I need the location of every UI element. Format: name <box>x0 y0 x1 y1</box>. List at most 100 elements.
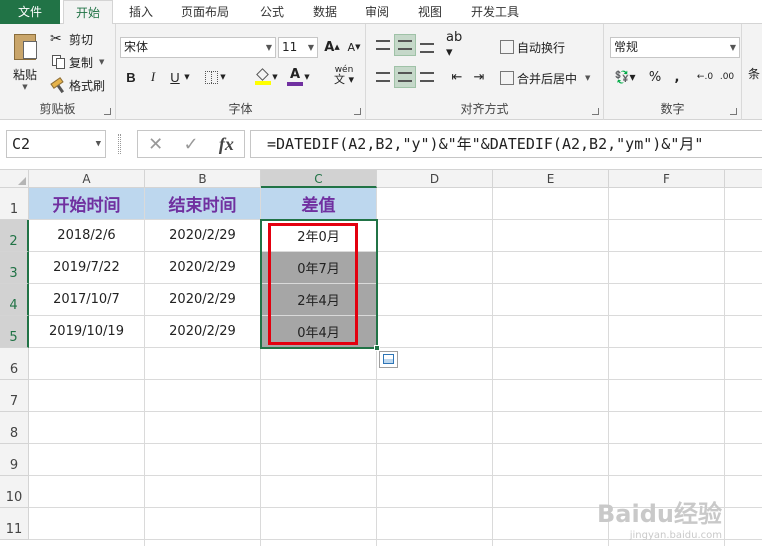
formula-buttons: ✕ ✓ fx <box>137 130 245 158</box>
column-header-b[interactable]: B <box>145 170 261 188</box>
tab-data[interactable]: 数据 <box>303 0 347 24</box>
row-header-10[interactable]: 10 <box>0 476 29 508</box>
wrap-text-button[interactable]: 自动换行 <box>500 36 565 58</box>
row-header-11[interactable]: 11 <box>0 508 29 540</box>
column-header-d[interactable]: D <box>377 170 493 188</box>
name-box-value: C2 <box>12 135 31 153</box>
cell-c2[interactable]: 2年0月 <box>261 220 377 252</box>
font-size-select[interactable]: 11 ▼ <box>278 37 318 58</box>
tab-insert[interactable]: 插入 <box>118 0 164 24</box>
row-header-3[interactable]: 3 <box>0 252 29 284</box>
format-painter-button[interactable]: 格式刷 <box>50 74 105 96</box>
currency-button[interactable]: 💱▾ <box>610 66 640 88</box>
phonetic-button[interactable]: wén 文 ▾ <box>328 64 360 86</box>
dialog-launcher-icon[interactable] <box>592 108 599 115</box>
paste-button[interactable]: 粘贴 ▼ <box>8 32 42 92</box>
comma-button[interactable]: , <box>666 66 688 88</box>
formula-input[interactable]: =DATEDIF(A2,B2,"y")&"年"&DATEDIF(A2,B2,"y… <box>250 130 762 158</box>
column-header-a[interactable]: A <box>29 170 145 188</box>
cell-c4[interactable]: 2年4月 <box>261 284 377 316</box>
row-header-2[interactable]: 2 <box>0 220 29 252</box>
select-all-corner[interactable] <box>0 170 29 188</box>
copy-button[interactable]: 复制 ▼ <box>50 51 104 73</box>
row-header-6[interactable]: 6 <box>0 348 29 380</box>
number-format-select[interactable]: 常规 ▼ <box>610 37 740 58</box>
tab-file[interactable]: 文件 <box>0 0 60 24</box>
row-header-9[interactable]: 9 <box>0 444 29 476</box>
tab-developer[interactable]: 开发工具 <box>462 0 528 24</box>
dialog-launcher-icon[interactable] <box>730 108 737 115</box>
row-header-7[interactable]: 7 <box>0 380 29 412</box>
dialog-launcher-icon[interactable] <box>354 108 361 115</box>
cell-b1[interactable]: 结束时间 <box>145 188 261 220</box>
grow-font-button[interactable]: A ▲ <box>321 36 343 58</box>
column-header-g[interactable] <box>725 170 762 188</box>
cell-c5[interactable]: 0年4月 <box>261 316 377 348</box>
decrease-indent-icon[interactable]: ⇤ <box>446 66 468 88</box>
bold-button[interactable]: B <box>120 66 142 88</box>
cell-b2[interactable]: 2020/2/29 <box>145 220 261 252</box>
font-color-icon: A <box>287 68 303 86</box>
chevron-down-icon[interactable]: ▼ <box>270 66 280 88</box>
row-header-8[interactable]: 8 <box>0 412 29 444</box>
merge-center-button[interactable]: 合并后居中 ▼ <box>500 67 590 89</box>
italic-button[interactable]: I <box>142 66 164 88</box>
align-center-icon[interactable] <box>394 66 416 88</box>
dialog-launcher-icon[interactable] <box>104 108 111 115</box>
column-header-c[interactable]: C <box>261 170 377 188</box>
paintbrush-icon <box>50 77 66 94</box>
conditional-format-button[interactable]: 条 <box>748 62 760 84</box>
name-box[interactable]: C2 ▼ <box>6 130 106 158</box>
copy-label: 复制 <box>69 55 94 70</box>
cell-c1[interactable]: 差值 <box>261 188 377 220</box>
chevron-down-icon[interactable]: ▼ <box>302 66 312 88</box>
orientation-icon[interactable]: ab ▾ <box>446 30 468 60</box>
cell-a2[interactable]: 2018/2/6 <box>29 220 145 252</box>
align-right-icon[interactable] <box>416 66 438 88</box>
alignment-group-label: 对齐方式 <box>460 102 509 116</box>
align-bottom-icon[interactable] <box>416 34 438 56</box>
cell-a5[interactable]: 2019/10/19 <box>29 316 145 348</box>
cut-button[interactable]: ✂ 剪切 <box>50 28 93 50</box>
enter-icon[interactable]: ✓ <box>183 134 198 155</box>
align-top-icon[interactable] <box>372 34 394 56</box>
font-group-label: 字体 <box>228 102 253 116</box>
insert-function-icon[interactable]: fx <box>219 134 234 155</box>
phonetic-glyph: 文 ▾ <box>333 73 355 86</box>
increase-indent-icon[interactable]: ⇥ <box>468 66 490 88</box>
decrease-decimal-icon[interactable]: .00 <box>716 66 738 88</box>
cell-b5[interactable]: 2020/2/29 <box>145 316 261 348</box>
tab-page-layout[interactable]: 页面布局 <box>172 0 238 24</box>
row-header-5[interactable]: 5 <box>0 316 29 348</box>
right-grid-area[interactable] <box>377 188 762 348</box>
cell-b3[interactable]: 2020/2/29 <box>145 252 261 284</box>
column-header-f[interactable]: F <box>609 170 725 188</box>
cell-c3[interactable]: 0年7月 <box>261 252 377 284</box>
tab-review[interactable]: 审阅 <box>355 0 399 24</box>
align-left-icon[interactable] <box>372 66 394 88</box>
chevron-down-icon[interactable]: ▼ <box>182 66 192 88</box>
increase-decimal-icon[interactable]: ←.0 <box>694 66 716 88</box>
font-name-select[interactable]: 宋体 ▼ <box>120 37 276 58</box>
cell-a4[interactable]: 2017/10/7 <box>29 284 145 316</box>
cell-b4[interactable]: 2020/2/29 <box>145 284 261 316</box>
chevron-down-icon: ▼ <box>99 58 105 66</box>
tab-home[interactable]: 开始 <box>63 0 113 25</box>
cell-a3[interactable]: 2019/7/22 <box>29 252 145 284</box>
row-header-4[interactable]: 4 <box>0 284 29 316</box>
chevron-down-icon: ▼ <box>22 83 28 91</box>
watermark-logo: Baidu经验 <box>597 500 722 528</box>
paint-bucket-icon <box>255 68 271 85</box>
tab-formulas[interactable]: 公式 <box>250 0 294 24</box>
cell-a1[interactable]: 开始时间 <box>29 188 145 220</box>
shrink-font-button[interactable]: A ▼ <box>343 36 365 58</box>
percent-button[interactable]: % <box>644 66 666 88</box>
chevron-down-icon[interactable]: ▼ <box>218 66 228 88</box>
tab-view[interactable]: 视图 <box>408 0 452 24</box>
cancel-icon[interactable]: ✕ <box>148 134 163 155</box>
row-header-1[interactable]: 1 <box>0 188 29 220</box>
quick-analysis-button[interactable] <box>379 351 398 368</box>
column-header-e[interactable]: E <box>493 170 609 188</box>
align-middle-icon[interactable] <box>394 34 416 56</box>
percent-icon: % <box>648 69 662 85</box>
